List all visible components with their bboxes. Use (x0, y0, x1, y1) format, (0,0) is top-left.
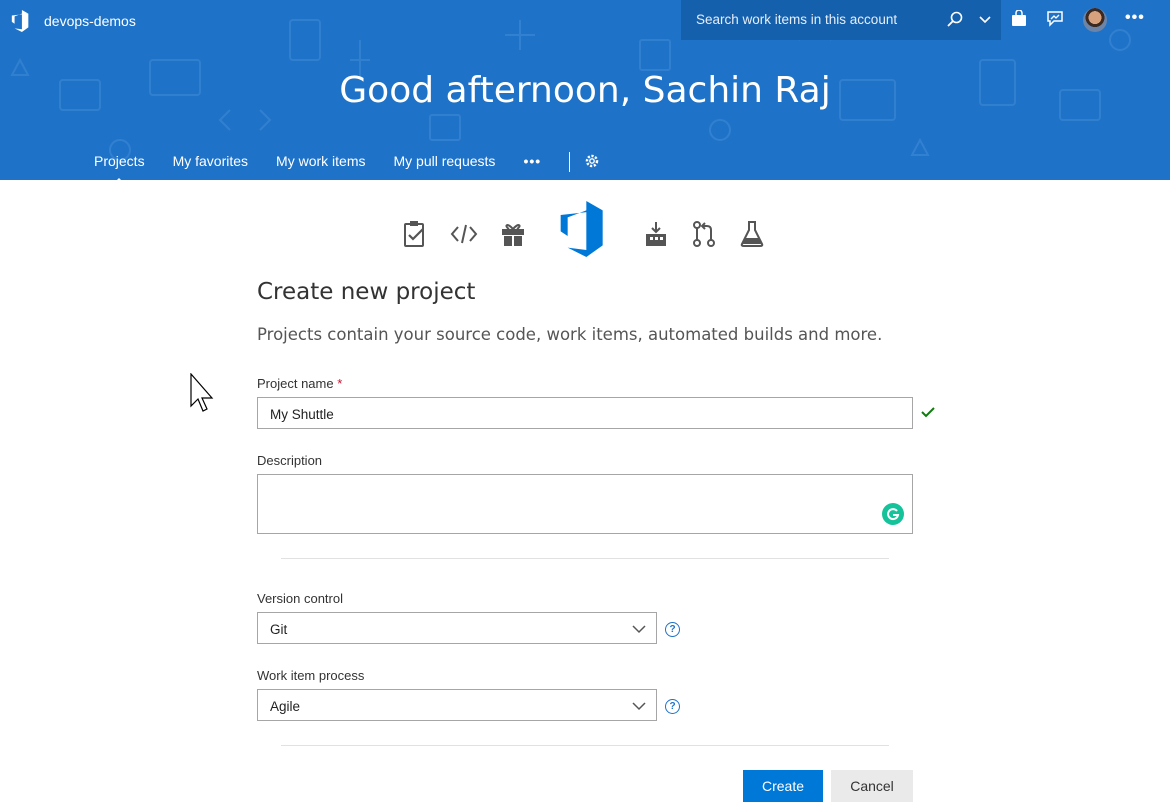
greeting-title: Good afternoon, Sachin Raj (339, 70, 831, 111)
nav-more-icon[interactable]: ••• (509, 150, 555, 172)
valid-check-icon (920, 404, 936, 425)
nav-separator (569, 152, 571, 172)
project-name-value: My Shuttle (270, 407, 334, 422)
form-divider (281, 558, 889, 559)
description-textarea[interactable] (257, 474, 913, 534)
main-nav: Projects My favorites My work items My p… (80, 150, 600, 180)
settings-gear-icon[interactable] (584, 150, 600, 174)
test-plans-icon (739, 220, 765, 253)
work-item-process-help-icon[interactable]: ? (665, 699, 680, 714)
feedback-icon[interactable] (1046, 10, 1064, 33)
page-subtitle: Projects contain your source code, work … (257, 325, 883, 344)
project-name-label-text: Project name (257, 376, 334, 391)
work-item-process-label: Work item process (257, 668, 365, 683)
required-marker: * (337, 376, 343, 391)
more-options-icon[interactable]: ••• (1125, 9, 1145, 27)
boards-icon (402, 220, 428, 253)
nav-my-favorites[interactable]: My favorites (159, 150, 262, 172)
repos-icon (691, 220, 717, 253)
version-control-help-icon[interactable]: ? (665, 622, 680, 637)
version-control-label: Version control (257, 591, 343, 606)
user-avatar[interactable] (1083, 8, 1107, 32)
create-button[interactable]: Create (743, 770, 823, 802)
cancel-button[interactable]: Cancel (831, 770, 913, 802)
nav-my-work-items[interactable]: My work items (262, 150, 379, 172)
nav-projects[interactable]: Projects (80, 150, 159, 180)
work-item-process-dropdown[interactable]: Agile (257, 689, 657, 721)
pipelines-icon (644, 220, 668, 253)
mouse-pointer-icon (190, 372, 216, 420)
service-icons-row (400, 200, 770, 260)
project-name-label: Project name * (257, 376, 342, 391)
description-label: Description (257, 453, 323, 468)
chevron-down-icon (632, 623, 646, 638)
artifacts-icon (500, 220, 526, 253)
version-control-dropdown[interactable]: Git (257, 612, 657, 644)
azure-devops-logo-small (11, 10, 29, 32)
search-icon[interactable] (947, 11, 963, 32)
search-input[interactable]: Search work items in this account (696, 12, 897, 27)
account-name: devops-demos (44, 13, 136, 29)
nav-my-pull-requests[interactable]: My pull requests (380, 150, 510, 172)
version-control-value: Git (270, 622, 288, 637)
work-item-process-value: Agile (270, 699, 301, 714)
chevron-down-icon (632, 700, 646, 715)
project-name-input[interactable]: My Shuttle (257, 397, 913, 429)
chevron-down-icon[interactable] (978, 13, 992, 32)
form-divider-bottom (281, 745, 889, 746)
search-box[interactable]: Search work items in this account (681, 0, 1001, 40)
header-banner: devops-demos Search work items in this a… (0, 0, 1170, 180)
marketplace-bag-icon[interactable] (1010, 9, 1028, 33)
page-title: Create new project (257, 279, 476, 305)
azure-devops-logo (556, 200, 612, 263)
grammarly-icon[interactable] (882, 503, 904, 525)
code-icon (450, 222, 478, 251)
account-brand[interactable]: devops-demos (10, 8, 136, 34)
